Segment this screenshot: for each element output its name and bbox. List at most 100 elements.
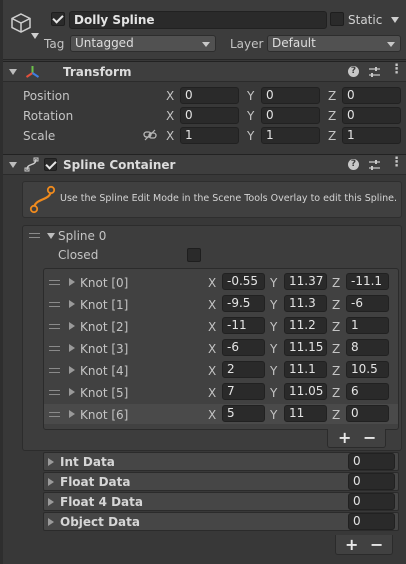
position-z-axis[interactable]: Z	[328, 89, 336, 103]
layer-dropdown[interactable]: Default	[267, 35, 401, 52]
knot-row[interactable]: Knot [6] X 5 Y 11 Z 0	[44, 404, 398, 424]
data-section-count-field[interactable]: 0	[348, 513, 395, 530]
knot-x-field[interactable]: -6	[222, 339, 265, 356]
knot-x-field[interactable]: -11	[222, 317, 265, 334]
position-y-field[interactable]: 0	[261, 87, 320, 104]
data-section-count-field[interactable]: 0	[348, 473, 395, 490]
knot-drag-handle[interactable]	[49, 324, 60, 329]
knot-label[interactable]: Knot [4]	[80, 364, 128, 378]
object-name-field[interactable]: Dolly Spline	[69, 11, 327, 29]
knot-foldout-icon[interactable]	[69, 344, 75, 352]
knot-z-field[interactable]: 10.5	[346, 361, 389, 378]
knot-drag-handle[interactable]	[49, 346, 60, 351]
transform-presets-icon[interactable]	[368, 66, 381, 78]
knot-z-axis[interactable]: Z	[332, 364, 340, 378]
knot-z-axis[interactable]: Z	[332, 298, 340, 312]
knot-x-axis[interactable]: X	[208, 364, 216, 378]
knot-x-axis[interactable]: X	[208, 386, 216, 400]
data-section-foldout-icon[interactable]	[48, 518, 54, 526]
knot-y-axis[interactable]: Y	[270, 386, 277, 400]
position-z-field[interactable]: 0	[342, 87, 401, 104]
knot-row[interactable]: Knot [1] X -9.5 Y 11.3 Z -6	[44, 294, 398, 314]
scale-x-axis[interactable]: X	[166, 129, 174, 143]
knot-row[interactable]: Knot [2] X -11 Y 11.2 Z 1	[44, 316, 398, 336]
tag-dropdown[interactable]: Untagged	[70, 35, 216, 52]
knot-foldout-icon[interactable]	[69, 366, 75, 374]
knot-x-field[interactable]: 2	[222, 361, 265, 378]
scale-z-field[interactable]: 1	[342, 127, 401, 144]
constrain-proportions-link-icon[interactable]	[143, 129, 157, 141]
scale-x-field[interactable]: 1	[180, 127, 239, 144]
knot-z-axis[interactable]: Z	[332, 386, 340, 400]
knot-z-axis[interactable]: Z	[332, 342, 340, 356]
static-dropdown-arrow-icon[interactable]	[391, 17, 399, 23]
knot-drag-handle[interactable]	[49, 368, 60, 373]
rotation-z-field[interactable]: 0	[342, 107, 401, 124]
spline-container-help-icon[interactable]: ?	[348, 159, 359, 170]
knot-x-axis[interactable]: X	[208, 342, 216, 356]
data-section-foldout-icon[interactable]	[48, 458, 54, 466]
knot-y-axis[interactable]: Y	[270, 320, 277, 334]
icon-dropdown-arrow-icon[interactable]	[31, 33, 39, 39]
knots-remove-button[interactable]: −	[363, 430, 376, 446]
knot-y-axis[interactable]: Y	[270, 276, 277, 290]
knot-label[interactable]: Knot [0]	[80, 276, 128, 290]
knot-x-axis[interactable]: X	[208, 276, 216, 290]
knot-drag-handle[interactable]	[49, 280, 60, 285]
knot-y-axis[interactable]: Y	[270, 342, 277, 356]
knot-foldout-icon[interactable]	[69, 322, 75, 330]
data-section-count-field[interactable]: 0	[348, 493, 395, 510]
knot-y-field[interactable]: 11.2	[284, 317, 327, 334]
transform-header[interactable]: Transform ? ⋮	[0, 61, 406, 82]
knot-drag-handle[interactable]	[49, 390, 60, 395]
scale-z-axis[interactable]: Z	[328, 129, 336, 143]
knot-z-field[interactable]: 6	[346, 383, 389, 400]
transform-menu-icon[interactable]: ⋮	[390, 63, 403, 76]
position-x-field[interactable]: 0	[180, 87, 239, 104]
knot-x-field[interactable]: 5	[222, 405, 265, 422]
knot-x-axis[interactable]: X	[208, 298, 216, 312]
knot-row[interactable]: Knot [0] X -0.55 Y 11.37 Z -11.1	[44, 272, 398, 292]
rotation-x-field[interactable]: 0	[180, 107, 239, 124]
spline-container-menu-icon[interactable]: ⋮	[390, 156, 403, 169]
data-section-row[interactable]: Int Data 0	[43, 452, 399, 471]
knot-y-axis[interactable]: Y	[270, 408, 277, 422]
spline-0-label[interactable]: Spline 0	[58, 229, 106, 243]
knot-y-field[interactable]: 11.15	[284, 339, 327, 356]
rotation-z-axis[interactable]: Z	[328, 109, 336, 123]
data-section-row[interactable]: Float 4 Data 0	[43, 492, 399, 511]
knot-y-axis[interactable]: Y	[270, 364, 277, 378]
knot-row[interactable]: Knot [3] X -6 Y 11.15 Z 8	[44, 338, 398, 358]
knot-drag-handle[interactable]	[49, 412, 60, 417]
knot-y-field[interactable]: 11	[284, 405, 327, 422]
knot-y-field[interactable]: 11.05	[284, 383, 327, 400]
knot-x-field[interactable]: -9.5	[222, 295, 265, 312]
rotation-y-axis[interactable]: Y	[247, 109, 254, 123]
knot-z-axis[interactable]: Z	[332, 276, 340, 290]
scale-y-field[interactable]: 1	[261, 127, 320, 144]
knot-foldout-icon[interactable]	[69, 410, 75, 418]
knot-y-field[interactable]: 11.37	[284, 273, 327, 290]
knot-drag-handle[interactable]	[49, 302, 60, 307]
knot-z-field[interactable]: 8	[346, 339, 389, 356]
knot-label[interactable]: Knot [3]	[80, 342, 128, 356]
position-x-axis[interactable]: X	[166, 89, 174, 103]
data-section-row[interactable]: Float Data 0	[43, 472, 399, 491]
knot-row[interactable]: Knot [5] X 7 Y 11.05 Z 6	[44, 382, 398, 402]
knot-label[interactable]: Knot [6]	[80, 408, 128, 422]
data-section-foldout-icon[interactable]	[48, 478, 54, 486]
knot-z-field[interactable]: 1	[346, 317, 389, 334]
data-add-button[interactable]: +	[345, 537, 358, 553]
data-section-count-field[interactable]: 0	[348, 453, 395, 470]
knot-z-field[interactable]: -6	[346, 295, 389, 312]
spline-0-foldout-icon[interactable]	[47, 233, 55, 239]
knot-y-field[interactable]: 11.1	[284, 361, 327, 378]
knot-x-axis[interactable]: X	[208, 408, 216, 422]
knot-z-axis[interactable]: Z	[332, 408, 340, 422]
data-section-row[interactable]: Object Data 0	[43, 512, 399, 531]
knot-x-axis[interactable]: X	[208, 320, 216, 334]
data-remove-button[interactable]: −	[370, 537, 383, 553]
knot-label[interactable]: Knot [1]	[80, 298, 128, 312]
knot-z-axis[interactable]: Z	[332, 320, 340, 334]
closed-checkbox[interactable]	[187, 248, 201, 262]
